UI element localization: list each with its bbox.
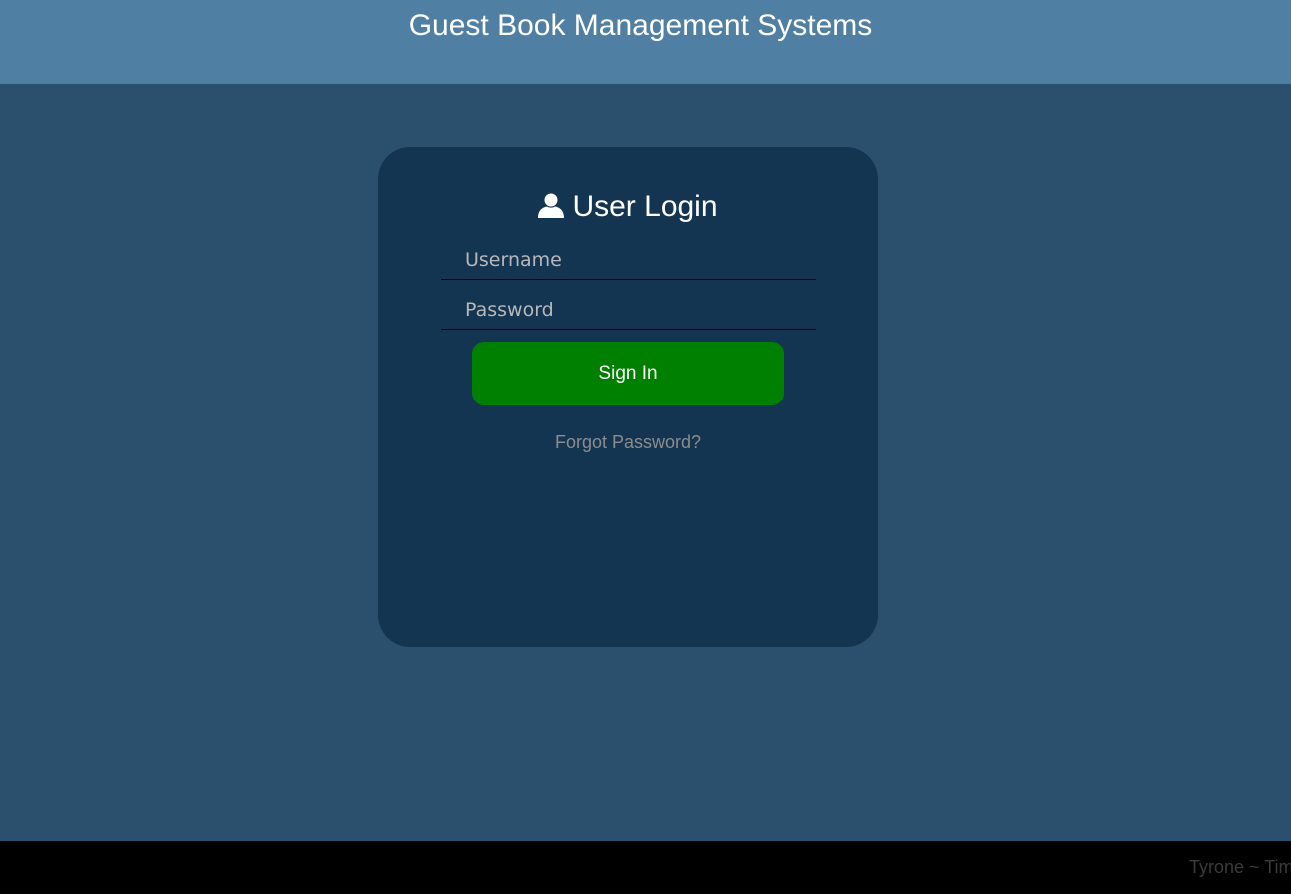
password-input[interactable] — [441, 290, 816, 330]
username-input[interactable] — [441, 240, 816, 280]
app-title: Guest Book Management Systems — [408, 9, 873, 42]
login-heading: User Login — [378, 187, 878, 229]
sign-in-button[interactable]: Sign In — [472, 342, 784, 405]
login-heading-label: User Login — [572, 190, 718, 223]
footer-credit: Tyrone ~ Tim — [1189, 857, 1291, 877]
footer: Tyrone ~ Tim — [0, 841, 1291, 894]
user-icon — [538, 189, 565, 229]
header: Guest Book Management Systems — [0, 0, 1291, 84]
login-card: User Login Sign In Forgot Password? — [378, 147, 878, 647]
forgot-password-link[interactable]: Forgot Password? — [378, 431, 878, 453]
